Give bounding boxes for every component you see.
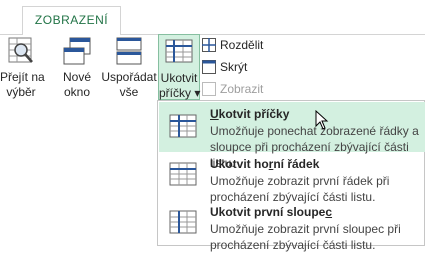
button-label-line1: Nové [62, 70, 91, 84]
new-window-icon [63, 37, 91, 65]
freeze-panes-icon [169, 114, 197, 138]
tab-zobrazeni[interactable]: ZOBRAZENÍ [22, 6, 121, 35]
arrange-all-button[interactable]: Uspořádat vše [101, 35, 157, 101]
button-label-line1: Ukotvit [160, 71, 198, 85]
freeze-panes-menu: Ukotvit příčky Umožňuje ponechat zobraze… [157, 100, 425, 252]
hide-button[interactable]: Skrýt [202, 58, 247, 76]
button-label-line1: Přejít na [0, 70, 45, 84]
freeze-first-column-icon [169, 210, 197, 234]
zoom-to-selection-icon [8, 37, 33, 63]
menu-item-freeze-panes[interactable]: Ukotvit příčky Umožňuje ponechat zobraze… [159, 102, 425, 170]
freeze-top-row-icon [169, 162, 197, 186]
button-label-line2: výběr [6, 85, 36, 99]
unhide-label: Zobrazit [220, 82, 264, 96]
hide-label: Skrýt [220, 60, 248, 74]
freeze-panes-button[interactable]: Ukotvit příčky ▾ [158, 34, 200, 100]
menu-item-freeze-top-row[interactable]: Ukotvit horní řádek Umožňuje zobrazit pr… [159, 152, 425, 204]
arrange-all-icon [116, 37, 142, 65]
freeze-panes-icon [165, 39, 193, 63]
mouse-cursor-icon [315, 110, 329, 130]
menu-item-title: Ukotvit příčky [210, 107, 290, 121]
button-label-line2: vše [119, 85, 139, 99]
zoom-to-selection-button[interactable]: Přejít na výběr [0, 35, 45, 101]
button-label-line1: Uspořádat [101, 70, 157, 84]
split-label: Rozdělit [220, 38, 264, 52]
button-label-line2: okno [63, 85, 91, 99]
menu-item-title: Ukotvit první sloupec [210, 205, 333, 219]
button-label-line2: příčky ▾ [159, 86, 201, 100]
new-window-button[interactable]: Nové okno [55, 35, 99, 101]
menu-item-description: Umožňuje zobrazit první sloupec při proc… [210, 222, 401, 252]
menu-item-title: Ukotvit horní řádek [210, 157, 320, 171]
unhide-window-icon [202, 82, 216, 96]
split-icon [202, 38, 216, 52]
menu-item-freeze-first-column[interactable]: Ukotvit první sloupec Umožňuje zobrazit … [159, 200, 425, 252]
split-button[interactable]: Rozdělit [202, 36, 263, 54]
hide-window-icon [202, 60, 216, 74]
unhide-button[interactable]: Zobrazit [202, 80, 263, 98]
